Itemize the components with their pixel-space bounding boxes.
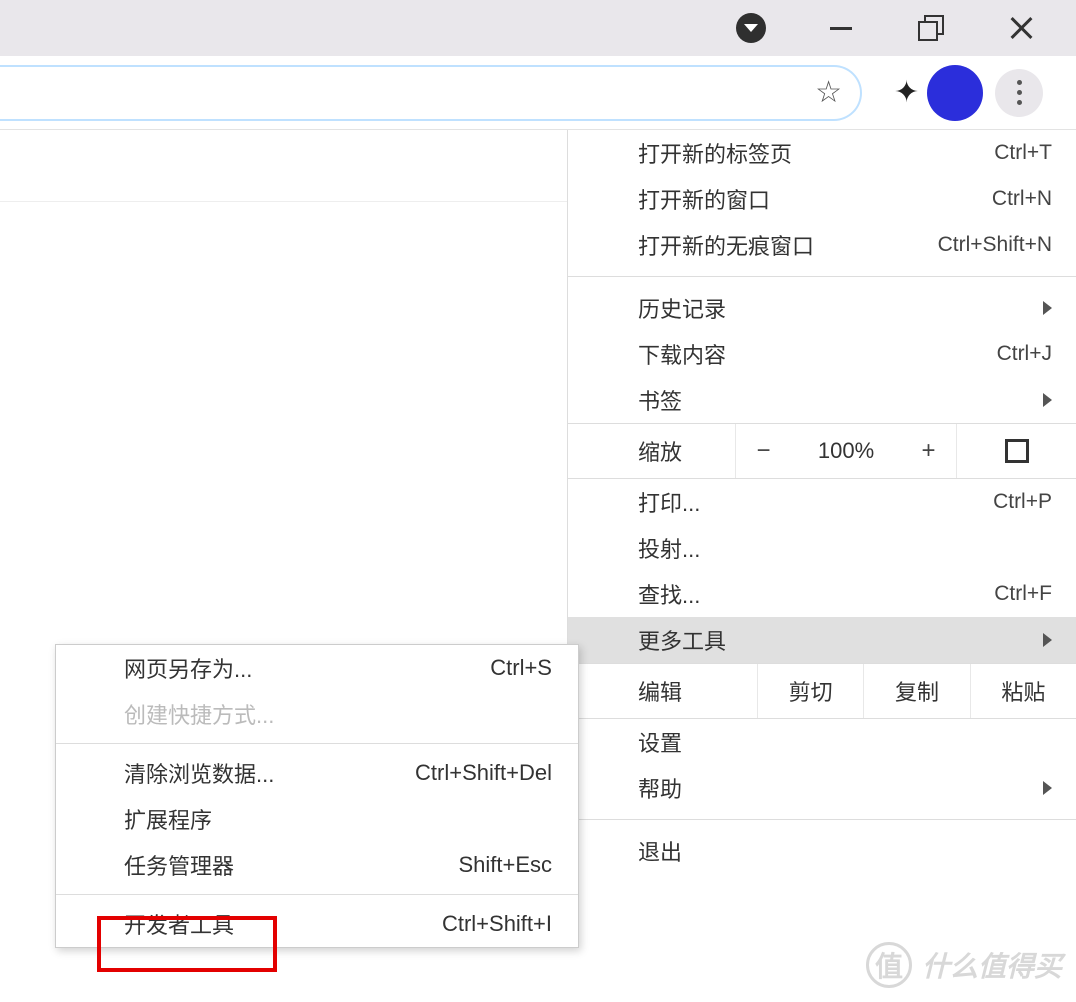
menu-label: 设置 (638, 726, 682, 758)
menu-settings[interactable]: 设置 (568, 719, 1076, 765)
menu-new-incognito[interactable]: 打开新的无痕窗口 Ctrl+Shift+N (568, 222, 1076, 268)
submenu-label: 开发者工具 (124, 908, 234, 940)
menu-exit[interactable]: 退出 (568, 828, 1076, 874)
submenu-label: 任务管理器 (124, 849, 234, 881)
submenu-create-shortcut: 创建快捷方式... (56, 691, 578, 737)
more-menu-button[interactable] (995, 69, 1043, 117)
extensions-icon[interactable]: ✦ (886, 75, 927, 110)
edit-cut-button[interactable]: 剪切 (758, 664, 864, 718)
tab-dropdown-button[interactable] (706, 0, 796, 56)
menu-more-tools[interactable]: 更多工具 (568, 617, 1076, 663)
content-header (0, 130, 567, 202)
menu-label: 书签 (638, 384, 682, 416)
address-bar[interactable]: ☆ (0, 65, 862, 121)
menu-edit-row: 编辑 剪切 复制 粘贴 (568, 663, 1076, 719)
submenu-shortcut: Shift+Esc (458, 852, 552, 878)
menu-shortcut: Ctrl+J (997, 342, 1052, 366)
menu-label: 打开新的标签页 (638, 137, 792, 169)
menu-label: 下载内容 (638, 338, 726, 370)
edit-paste-button[interactable]: 粘贴 (971, 664, 1076, 718)
profile-avatar[interactable] (927, 65, 983, 121)
menu-zoom-row: 缩放 − 100% + (568, 423, 1076, 479)
menu-history[interactable]: 历史记录 (568, 285, 1076, 331)
main-menu: 打开新的标签页 Ctrl+T 打开新的窗口 Ctrl+N 打开新的无痕窗口 Ct… (567, 130, 1076, 874)
submenu-developer-tools[interactable]: 开发者工具 Ctrl+Shift+I (56, 901, 578, 947)
bookmark-star-icon[interactable]: ☆ (815, 75, 842, 110)
submenu-extensions[interactable]: 扩展程序 (56, 796, 578, 842)
watermark-text: 什么值得买 (922, 945, 1062, 985)
more-tools-submenu: 网页另存为... Ctrl+S 创建快捷方式... 清除浏览数据... Ctrl… (55, 644, 579, 948)
menu-label: 查找... (638, 578, 700, 610)
submenu-label: 创建快捷方式... (124, 698, 274, 730)
window-close-button[interactable] (976, 0, 1066, 56)
menu-help[interactable]: 帮助 (568, 765, 1076, 811)
menu-label: 打印... (638, 486, 700, 518)
edit-copy-button[interactable]: 复制 (864, 664, 970, 718)
menu-shortcut: Ctrl+P (993, 490, 1052, 514)
window-maximize-button[interactable] (886, 0, 976, 56)
submenu-shortcut: Ctrl+S (490, 655, 552, 681)
menu-label: 打开新的窗口 (638, 183, 770, 215)
submenu-save-page-as[interactable]: 网页另存为... Ctrl+S (56, 645, 578, 691)
zoom-in-button[interactable]: + (901, 424, 956, 478)
submenu-shortcut: Ctrl+Shift+Del (415, 760, 552, 786)
menu-label: 退出 (638, 835, 682, 867)
menu-print[interactable]: 打印... Ctrl+P (568, 479, 1076, 525)
submenu-label: 网页另存为... (124, 652, 252, 684)
close-icon (1008, 15, 1034, 41)
menu-bookmarks[interactable]: 书签 (568, 377, 1076, 423)
chevron-right-icon (1043, 781, 1052, 795)
chevron-right-icon (1043, 301, 1052, 315)
menu-label: 历史记录 (638, 292, 726, 324)
submenu-task-manager[interactable]: 任务管理器 Shift+Esc (56, 842, 578, 888)
zoom-out-button[interactable]: − (736, 424, 791, 478)
menu-shortcut: Ctrl+Shift+N (938, 233, 1052, 257)
chevron-right-icon (1043, 633, 1052, 647)
chevron-right-icon (1043, 393, 1052, 407)
chevron-down-icon (736, 13, 766, 43)
window-minimize-button[interactable] (796, 0, 886, 56)
menu-cast[interactable]: 投射... (568, 525, 1076, 571)
watermark: 值 什么值得买 (866, 942, 1062, 988)
menu-label: 打开新的无痕窗口 (638, 229, 814, 261)
edit-label: 编辑 (568, 664, 758, 718)
toolbar: ☆ ✦ (0, 56, 1076, 130)
fullscreen-icon (1005, 439, 1029, 463)
menu-shortcut: Ctrl+T (994, 141, 1052, 165)
submenu-shortcut: Ctrl+Shift+I (442, 911, 552, 937)
watermark-logo: 值 (866, 942, 912, 988)
menu-new-window[interactable]: 打开新的窗口 Ctrl+N (568, 176, 1076, 222)
minimize-icon (830, 27, 852, 30)
zoom-label: 缩放 (568, 424, 736, 478)
menu-label: 帮助 (638, 772, 682, 804)
menu-label: 投射... (638, 532, 700, 564)
submenu-label: 清除浏览数据... (124, 757, 274, 789)
menu-label: 更多工具 (638, 624, 726, 656)
menu-shortcut: Ctrl+N (992, 187, 1052, 211)
submenu-clear-browsing-data[interactable]: 清除浏览数据... Ctrl+Shift+Del (56, 750, 578, 796)
titlebar (0, 0, 1076, 56)
menu-shortcut: Ctrl+F (994, 582, 1052, 606)
menu-new-tab[interactable]: 打开新的标签页 Ctrl+T (568, 130, 1076, 176)
submenu-label: 扩展程序 (124, 803, 212, 835)
fullscreen-button[interactable] (956, 424, 1076, 478)
menu-downloads[interactable]: 下载内容 Ctrl+J (568, 331, 1076, 377)
zoom-percent: 100% (791, 424, 901, 478)
maximize-icon (921, 18, 941, 38)
menu-find[interactable]: 查找... Ctrl+F (568, 571, 1076, 617)
